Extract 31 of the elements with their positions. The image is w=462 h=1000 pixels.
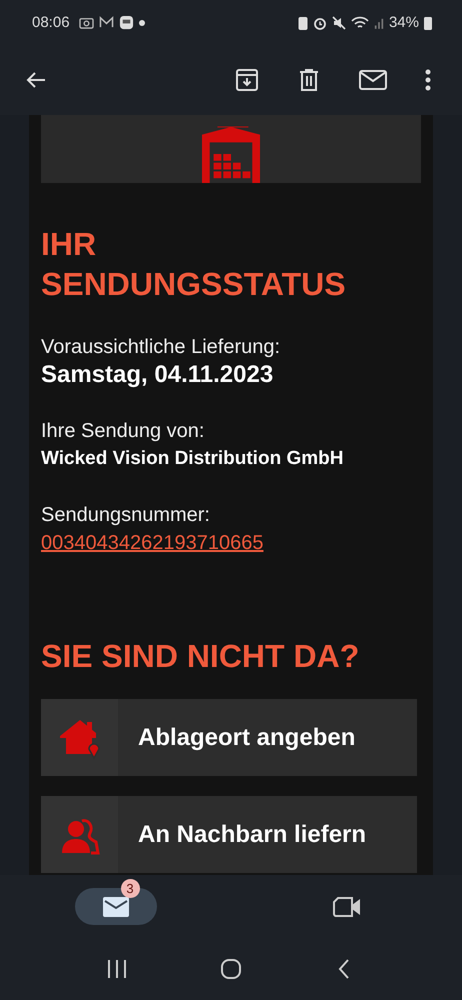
action-button[interactable]: An Nachbarn liefern xyxy=(41,796,417,873)
battery-percentage: 34% xyxy=(388,14,419,31)
mute-icon xyxy=(332,16,346,30)
alarm-icon xyxy=(312,16,327,30)
app-icon xyxy=(118,15,134,30)
archive-icon[interactable] xyxy=(235,68,259,92)
home-icon[interactable] xyxy=(220,958,242,980)
warehouse-icon xyxy=(199,125,263,183)
dot-icon xyxy=(138,20,145,26)
field-label: Sendungsnummer: xyxy=(41,503,211,528)
unread-badge: 3 xyxy=(120,879,140,898)
status-time: 08:06 xyxy=(32,14,70,31)
video-camera-icon xyxy=(332,896,360,916)
field-value: Samstag, 04.11.2023 xyxy=(41,360,274,390)
mail-icon xyxy=(102,896,128,916)
field-label: Ihre Sendung von: xyxy=(41,419,206,444)
field-value: Wicked Vision Distribution GmbH xyxy=(41,447,344,471)
mail-icon[interactable] xyxy=(359,68,387,92)
camera-icon xyxy=(78,16,94,29)
battery-icon xyxy=(424,16,432,30)
delete-icon[interactable] xyxy=(297,68,321,92)
section-heading: SIE SIND NICHT DA? xyxy=(41,637,360,676)
mail-icon xyxy=(98,16,114,29)
wifi-icon xyxy=(350,16,369,30)
status-heading: IHR SENDUNGSSTATUS xyxy=(41,225,347,304)
more-options-icon[interactable] xyxy=(425,68,431,92)
tracking-number-link[interactable]: 00340434262193710665 xyxy=(41,528,264,558)
field-label: Voraussichtliche Lieferung: xyxy=(41,335,282,360)
battery-saver-icon xyxy=(298,16,308,30)
recent-apps-icon[interactable] xyxy=(106,958,128,980)
action-button[interactable]: Ablageort angeben xyxy=(41,699,417,776)
